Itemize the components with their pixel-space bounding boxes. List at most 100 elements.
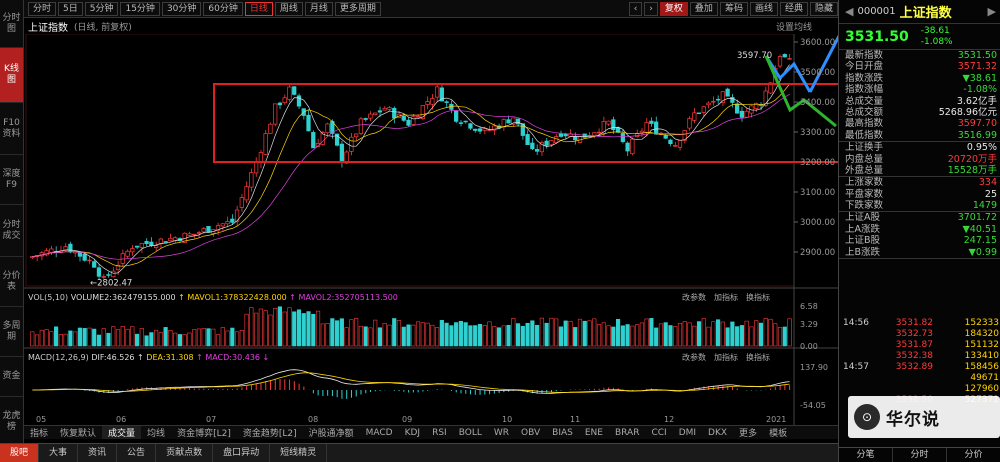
overlay-button[interactable]: 叠加 xyxy=(689,1,718,16)
macd-action[interactable]: 加指标 xyxy=(714,352,738,362)
period-daily[interactable]: 日线 xyxy=(244,1,273,16)
macd-action[interactable]: 改参数 xyxy=(682,352,706,362)
bottom-tab[interactable]: 短线精灵 xyxy=(270,443,328,462)
period-timeshare[interactable]: 分时 xyxy=(28,1,57,16)
indicator-tab[interactable]: WR xyxy=(488,428,515,438)
next-stock-icon[interactable]: ▶ xyxy=(988,5,996,18)
stat-row: 下跌家数 1479 xyxy=(839,200,1000,211)
vol-bar xyxy=(677,322,683,347)
nav-tab-price-table[interactable]: 分价表 xyxy=(0,257,23,307)
nav-tab-fund[interactable]: 资金 xyxy=(0,357,23,397)
indicator-tab[interactable]: OBV xyxy=(515,428,546,438)
indicator-tab[interactable]: 资金博弈[L2] xyxy=(171,426,237,439)
candle-body xyxy=(668,139,673,145)
candle-body xyxy=(277,102,283,106)
period-30min[interactable]: 30分钟 xyxy=(161,1,202,16)
vol-bar xyxy=(573,327,578,347)
indicator-tab[interactable]: DMI xyxy=(673,428,702,438)
candle-body xyxy=(634,133,640,137)
period-15min[interactable]: 15分钟 xyxy=(120,1,160,16)
prev-stock-icon[interactable]: ◀ xyxy=(845,5,853,18)
stat-label: 平盘家数 xyxy=(845,188,884,200)
bottom-tab[interactable]: 贡献点数 xyxy=(156,443,214,462)
candle-body xyxy=(425,101,430,105)
vol-bar xyxy=(130,326,135,347)
indicator-tab[interactable]: 模板 xyxy=(763,426,793,439)
draw-line-button[interactable]: 画线 xyxy=(749,1,778,16)
left-nav: 分时图 K线图 F10资料 深度F9 分时成交 分价表 多周期 资金 龙虎榜 xyxy=(0,0,24,447)
nav-tab-depth[interactable]: 深度F9 xyxy=(0,155,23,205)
bottom-tab[interactable]: 公告 xyxy=(117,443,157,462)
quote-tab[interactable]: 分时 xyxy=(893,448,947,462)
bottom-tab[interactable]: 大事 xyxy=(39,443,79,462)
nav-tab-trades[interactable]: 分时成交 xyxy=(0,205,23,257)
indicator-tab[interactable]: 均线 xyxy=(141,426,171,439)
candle-body xyxy=(701,106,706,113)
indicator-tab[interactable]: CCI xyxy=(645,428,672,438)
bottom-tab[interactable]: 资讯 xyxy=(78,443,118,462)
quote-tab[interactable]: 分价 xyxy=(947,448,1000,462)
vol-bar xyxy=(392,318,397,347)
hide-button[interactable]: 隐藏 xyxy=(809,1,838,16)
nav-tab-kline[interactable]: K线图 xyxy=(0,48,23,103)
bottom-tab[interactable]: 股吧 xyxy=(0,443,40,462)
indicator-tab[interactable]: RSI xyxy=(426,428,453,438)
vol-bar xyxy=(549,317,554,347)
indicator-tab[interactable]: 沪股通净额 xyxy=(303,426,360,439)
candle-body xyxy=(649,120,654,124)
nav-tab-dragon-tiger[interactable]: 龙虎榜 xyxy=(0,397,23,447)
candle-body xyxy=(287,86,292,100)
chips-button[interactable]: 筹码 xyxy=(719,1,748,16)
vol-bar xyxy=(296,309,302,347)
bottom-tab[interactable]: 盘口异动 xyxy=(213,443,271,462)
vol-action[interactable]: 加指标 xyxy=(714,292,738,302)
candle-body xyxy=(134,245,140,248)
indicator-tab[interactable]: 恢复默认 xyxy=(54,426,102,439)
vol-bar xyxy=(735,326,740,347)
indicator-tab[interactable]: 指标 xyxy=(24,426,54,439)
candle-body xyxy=(639,130,645,133)
vol-bar xyxy=(554,318,559,347)
period-weekly[interactable]: 周线 xyxy=(274,1,303,16)
indicator-tab[interactable]: BOLL xyxy=(453,428,488,438)
vol-bar xyxy=(763,318,768,347)
kline-chart[interactable]: 3600.00 3500.00 3400.00 3300.00 3200.00 3100.… xyxy=(24,34,838,425)
vol-bar xyxy=(739,325,744,347)
quote-tab[interactable]: 分笔 xyxy=(839,448,893,462)
period-monthly[interactable]: 月线 xyxy=(304,1,333,16)
next-arrow-icon[interactable]: › xyxy=(644,1,658,16)
macd-action[interactable]: 换指标 xyxy=(746,352,770,362)
vol-bar xyxy=(54,326,59,347)
period-5min[interactable]: 5分钟 xyxy=(84,1,119,16)
indicator-tab[interactable]: 更多 xyxy=(733,426,763,439)
adjust-button[interactable]: 复权 xyxy=(659,1,688,16)
candle-body xyxy=(563,133,568,137)
classic-button[interactable]: 经典 xyxy=(779,1,808,16)
vol-bar xyxy=(225,330,230,347)
period-5day[interactable]: 5日 xyxy=(58,1,83,16)
ma-settings-link[interactable]: 设置均线 xyxy=(776,20,812,33)
stat-value: ▼38.61 xyxy=(962,72,997,84)
vol-bar xyxy=(415,321,421,347)
indicator-tab[interactable]: 资金趋势[L2] xyxy=(237,426,303,439)
period-more[interactable]: 更多周期 xyxy=(334,1,381,16)
tick-volume: 49671 xyxy=(970,373,999,383)
vol-action[interactable]: 改参数 xyxy=(682,292,706,302)
vol-bar xyxy=(649,318,654,347)
vol-action[interactable]: 换指标 xyxy=(746,292,770,302)
prev-arrow-icon[interactable]: ‹ xyxy=(628,1,643,16)
stats-block-3: 上涨家数 334 平盘家数 25 下跌家数 1479 xyxy=(839,177,1000,213)
indicator-tab[interactable]: BRAR xyxy=(609,428,645,438)
candle-body xyxy=(220,223,225,227)
nav-tab-multi-period[interactable]: 多周期 xyxy=(0,307,23,357)
tick-price xyxy=(873,384,933,395)
indicator-tab[interactable]: BIAS xyxy=(546,428,579,438)
indicator-tab[interactable]: 成交量 xyxy=(102,426,142,439)
nav-tab-f10[interactable]: F10资料 xyxy=(0,103,23,155)
indicator-tab[interactable]: MACD xyxy=(360,428,399,438)
nav-tab-timeshare[interactable]: 分时图 xyxy=(0,0,23,48)
indicator-tab[interactable]: ENE xyxy=(579,428,609,438)
indicator-tab[interactable]: DKX xyxy=(702,428,733,438)
period-60min[interactable]: 60分钟 xyxy=(203,1,243,16)
indicator-tab[interactable]: KDJ xyxy=(399,428,427,438)
